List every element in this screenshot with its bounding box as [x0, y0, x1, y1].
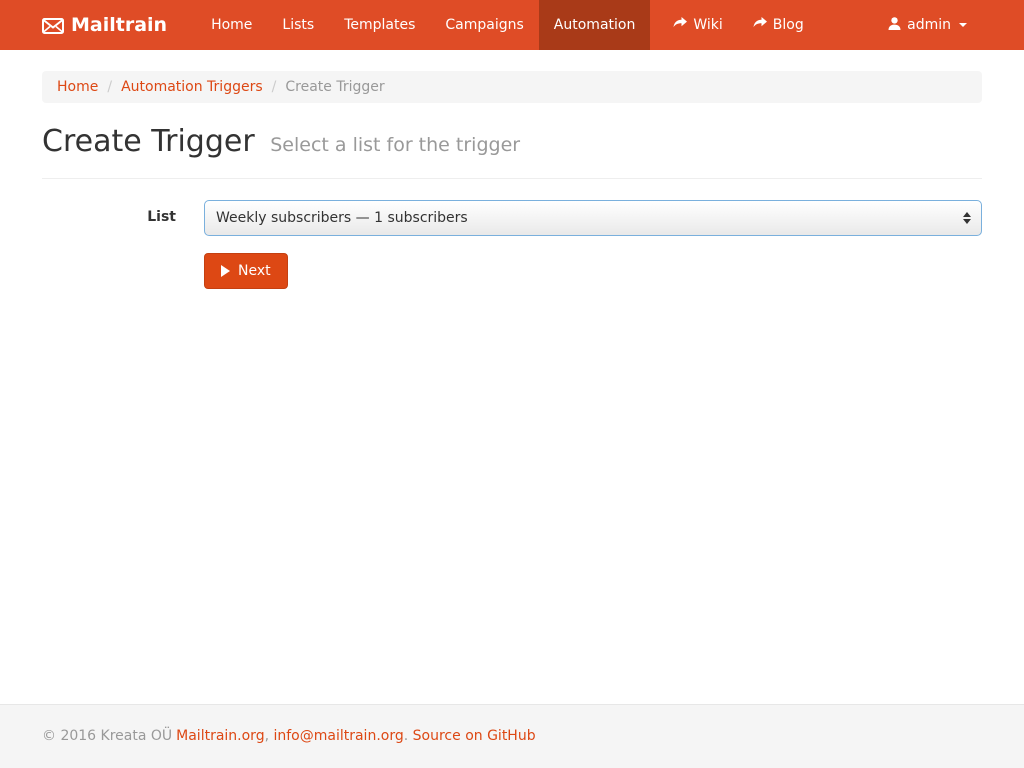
nav-item-label: Wiki: [693, 17, 722, 33]
breadcrumb-current: Create Trigger: [285, 79, 384, 95]
actions-offset: [42, 253, 204, 262]
nav-item-label: Campaigns: [445, 17, 523, 33]
breadcrumb-automation-triggers-link[interactable]: Automation Triggers: [121, 79, 263, 95]
footer-link-email[interactable]: info@mailtrain.org: [273, 728, 403, 744]
footer-separator: .: [404, 728, 413, 744]
create-trigger-form: List Weekly subscribers — 1 subscribers: [42, 200, 982, 289]
user-menu[interactable]: admin: [873, 0, 982, 50]
brand-logo[interactable]: Mailtrain: [42, 0, 182, 50]
user-name: admin: [907, 17, 951, 33]
main-content: Home / Automation Triggers / Create Trig…: [0, 50, 1024, 704]
nav-item-templates[interactable]: Templates: [329, 0, 430, 50]
page-subtitle: Select a list for the trigger: [270, 134, 520, 156]
nav-item-blog[interactable]: Blog: [738, 0, 819, 50]
breadcrumb-separator: /: [272, 79, 277, 95]
nav-item-automation[interactable]: Automation: [539, 0, 651, 50]
nav-item-label: Home: [211, 17, 252, 33]
nav-item-campaigns[interactable]: Campaigns: [430, 0, 538, 50]
nav-item-home[interactable]: Home: [196, 0, 267, 50]
caret-down-icon: [959, 23, 967, 27]
nav-item-label: Blog: [773, 17, 804, 33]
share-arrow-icon: [753, 17, 767, 33]
footer-link-source-github[interactable]: Source on GitHub: [413, 728, 536, 744]
breadcrumb-separator: /: [107, 79, 112, 95]
page-title-text: Create Trigger: [42, 124, 255, 159]
share-arrow-icon: [673, 17, 687, 33]
list-label: List: [42, 200, 204, 225]
footer: © 2016 Kreata OÜMailtrain.org, info@mail…: [0, 704, 1024, 768]
brand-name: Mailtrain: [71, 14, 167, 36]
nav-item-label: Lists: [282, 17, 314, 33]
nav-item-label: Automation: [554, 17, 636, 33]
main-nav: Home Lists Templates Campaigns Automatio…: [196, 0, 819, 50]
nav-item-lists[interactable]: Lists: [267, 0, 329, 50]
title-divider: [42, 178, 982, 179]
copyright-text: © 2016 Kreata OÜ: [42, 728, 172, 744]
list-form-group: List Weekly subscribers — 1 subscribers: [42, 200, 982, 236]
user-icon: [888, 17, 901, 34]
play-icon: [221, 265, 230, 277]
breadcrumb: Home / Automation Triggers / Create Trig…: [42, 71, 982, 103]
actions-row: Next: [42, 253, 982, 289]
list-select[interactable]: Weekly subscribers — 1 subscribers: [204, 200, 982, 236]
nav-item-wiki[interactable]: Wiki: [658, 0, 737, 50]
page-title: Create Trigger Select a list for the tri…: [42, 125, 982, 160]
nav-item-label: Templates: [344, 17, 415, 33]
next-button[interactable]: Next: [204, 253, 288, 289]
footer-link-mailtrain-org[interactable]: Mailtrain.org: [176, 728, 264, 744]
envelope-icon: [42, 18, 64, 34]
breadcrumb-home-link[interactable]: Home: [57, 79, 98, 95]
page: Mailtrain Home Lists Templates Campaigns…: [0, 0, 1024, 768]
top-navbar: Mailtrain Home Lists Templates Campaigns…: [0, 0, 1024, 50]
next-button-label: Next: [238, 262, 271, 280]
